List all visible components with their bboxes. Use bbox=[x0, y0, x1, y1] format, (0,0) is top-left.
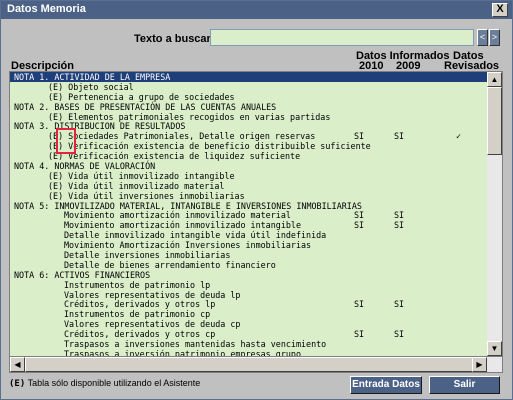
list-item[interactable]: NOTA 5: INMOVILIZADO MATERIAL, INTANGIBL… bbox=[10, 201, 488, 211]
list-item-text: Instrumentos de patrimonio lp bbox=[64, 279, 211, 290]
list-item[interactable]: (E) Sociedades Patrimoniales, Detalle or… bbox=[10, 131, 488, 141]
window-title: Datos Memoria bbox=[7, 3, 86, 15]
datos-informados-value: SI bbox=[394, 329, 405, 340]
list-item[interactable]: (E) Verificación existencia de liquidez … bbox=[10, 151, 488, 161]
list-item-text: Créditos, derivados y otros lp bbox=[64, 299, 216, 310]
list-item[interactable]: Valores representativos de deuda cp bbox=[10, 319, 488, 329]
salir-button[interactable]: Salir bbox=[429, 376, 500, 394]
list-item[interactable]: Detalle inversiones inmobiliarias bbox=[10, 250, 488, 260]
list-item[interactable]: (E) Elementos patrimoniales recogidos en… bbox=[10, 112, 488, 122]
list-item-text: NOTA 5: INMOVILIZADO MATERIAL, INTANGIBL… bbox=[14, 200, 362, 211]
list-item[interactable]: Detalle de bienes arrendamiento financie… bbox=[10, 260, 488, 270]
list-item[interactable]: Movimiento amortización inmovilizado mat… bbox=[10, 210, 488, 220]
datos-informados-value: SI bbox=[394, 210, 405, 221]
list-item-text: (E) Vida útil inmovilizado material bbox=[48, 180, 225, 191]
datos-informados-value: SI bbox=[394, 299, 405, 310]
list-item-text: (E) Verificación existencia de beneficio… bbox=[48, 141, 371, 152]
list-item[interactable]: Traspasos a inversión patrimonio empresa… bbox=[10, 348, 488, 357]
dialog-body: Texto a buscar < > Descripción Datos Inf… bbox=[1, 19, 512, 399]
list-item-text: Movimiento Amortización Inversiones inmo… bbox=[64, 240, 312, 251]
close-button[interactable]: X bbox=[492, 3, 508, 17]
list-item-text: Traspasos a inversión patrimonio empresa… bbox=[64, 348, 301, 357]
list-item[interactable]: Movimiento amortización inmovilizado int… bbox=[10, 220, 488, 230]
scroll-up-button[interactable]: ▲ bbox=[487, 72, 502, 87]
notes-list[interactable]: NOTA 1. ACTIVIDAD DE LA EMPRESA (E) Objet… bbox=[9, 71, 503, 357]
list-item-text: (E) Objeto social bbox=[48, 81, 134, 92]
list-item[interactable]: Créditos, derivados y otros lp SI SI bbox=[10, 299, 488, 309]
datos-informados-value: SI bbox=[394, 220, 405, 231]
list-item[interactable]: Valores representativos de deuda lp bbox=[10, 290, 488, 300]
list-item[interactable]: (E) Vida útil inmovilizado material bbox=[10, 181, 488, 191]
revisado-check: ✓ bbox=[456, 131, 462, 142]
datos-memoria-window: Datos Memoria X Texto a buscar < > Descr… bbox=[0, 0, 513, 400]
footnote: (E) Tabla sólo disponible utilizando el … bbox=[9, 378, 200, 389]
datos-informados-value: SI bbox=[394, 131, 405, 142]
list-item[interactable]: NOTA 3. DISTRIBUCION DE RESULTADOS bbox=[10, 121, 488, 131]
list-item-text: NOTA 1. ACTIVIDAD DE LA EMPRESA bbox=[14, 72, 171, 82]
list-item-text: (E) Pertenencia a grupo de sociedades bbox=[48, 91, 235, 102]
footnote-marker: (E) bbox=[9, 379, 26, 389]
footnote-text: Tabla sólo disponible utilizando el Asis… bbox=[27, 378, 201, 388]
list-item[interactable]: (E) Pertenencia a grupo de sociedades bbox=[10, 92, 488, 102]
list-item-text: Traspasos a inversiones mantenidas hasta… bbox=[64, 339, 327, 350]
list-item-text: Créditos, derivados y otros cp bbox=[64, 329, 216, 340]
list-item-text: Valores representativos de deuda cp bbox=[64, 319, 241, 330]
datos-informados-value: SI bbox=[354, 131, 365, 142]
list-item[interactable]: Detalle inmovilizado intangible vida úti… bbox=[10, 230, 488, 240]
list-item-text: NOTA 4. NORMAS DE VALORACIÓN bbox=[14, 161, 156, 172]
title-bar: Datos Memoria X bbox=[1, 1, 512, 19]
list-item[interactable]: (E) Objeto social bbox=[10, 82, 488, 92]
scroll-right-button[interactable]: ▶ bbox=[472, 357, 487, 372]
list-item-text: Detalle de bienes arrendamiento financie… bbox=[64, 259, 276, 270]
datos-informados-value: SI bbox=[354, 210, 365, 221]
list-item-text: (E) Vida útil inmovilizado intangible bbox=[48, 170, 235, 181]
datos-informados-value: SI bbox=[354, 299, 365, 310]
entrada-datos-button[interactable]: Entrada Datos bbox=[350, 376, 422, 394]
list-item-text: Detalle inmovilizado intangible vida úti… bbox=[64, 230, 327, 241]
vertical-scrollbar[interactable]: ▲ ▼ bbox=[487, 72, 502, 356]
scroll-down-button[interactable]: ▼ bbox=[487, 341, 502, 356]
list-item[interactable]: Instrumentos de patrimonio lp bbox=[10, 280, 488, 290]
datos-informados-value: SI bbox=[354, 220, 365, 231]
list-item[interactable]: (E) Vida útil inversiones inmobiliarias bbox=[10, 191, 488, 201]
horizontal-scrollbar[interactable]: ◀ ▶ bbox=[9, 357, 503, 373]
datos-informados-value: SI bbox=[354, 329, 365, 340]
list-item[interactable]: (E) Verificación existencia de beneficio… bbox=[10, 141, 488, 151]
list-item[interactable]: NOTA 6: ACTIVOS FINANCIEROS bbox=[10, 270, 488, 280]
list-item-text: Valores representativos de deuda lp bbox=[64, 289, 241, 300]
list-item[interactable]: NOTA 2. BASES DE PRESENTACIÓN DE LAS CUE… bbox=[10, 102, 488, 112]
list-item-text: Movimiento amortización inmovilizado mat… bbox=[64, 210, 291, 221]
search-next-button[interactable]: > bbox=[489, 29, 500, 46]
list-item[interactable]: Traspasos a inversiones mantenidas hasta… bbox=[10, 339, 488, 349]
list-item-text: (E) Verificación existencia de liquidez … bbox=[48, 151, 301, 162]
vertical-scroll-thumb[interactable] bbox=[487, 87, 502, 155]
list-item-text: NOTA 3. DISTRIBUCION DE RESULTADOS bbox=[14, 121, 186, 132]
list-item[interactable]: (E) Vida útil inmovilizado intangible bbox=[10, 171, 488, 181]
scroll-left-button[interactable]: ◀ bbox=[10, 357, 25, 372]
list-item[interactable]: Créditos, derivados y otros cp SI SI bbox=[10, 329, 488, 339]
list-item[interactable]: NOTA 4. NORMAS DE VALORACIÓN bbox=[10, 161, 488, 171]
highlight-box bbox=[56, 128, 76, 154]
list-item-text: (E) Vida útil inversiones inmobiliarias bbox=[48, 190, 245, 201]
list-item-text: Instrumentos de patrimonio cp bbox=[64, 309, 211, 320]
search-label: Texto a buscar bbox=[134, 33, 211, 45]
list-item-text: Movimiento amortización inmovilizado int… bbox=[64, 220, 301, 231]
list-item-text: (E) Sociedades Patrimoniales, Detalle or… bbox=[48, 131, 316, 142]
list-item[interactable]: NOTA 1. ACTIVIDAD DE LA EMPRESA bbox=[10, 72, 488, 82]
list-item-text: NOTA 6: ACTIVOS FINANCIEROS bbox=[14, 269, 151, 280]
list-item[interactable]: Movimiento Amortización Inversiones inmo… bbox=[10, 240, 488, 250]
horizontal-scroll-thumb[interactable] bbox=[25, 357, 474, 372]
list-item-text: NOTA 2. BASES DE PRESENTACIÓN DE LAS CUE… bbox=[14, 101, 277, 112]
list-item-text: (E) Elementos patrimoniales recogidos en… bbox=[48, 111, 331, 122]
list-item[interactable]: Instrumentos de patrimonio cp bbox=[10, 309, 488, 319]
search-input[interactable] bbox=[210, 29, 474, 46]
notes-rows: NOTA 1. ACTIVIDAD DE LA EMPRESA (E) Objet… bbox=[10, 72, 488, 357]
list-item-text: Detalle inversiones inmobiliarias bbox=[64, 250, 231, 261]
search-prev-button[interactable]: < bbox=[477, 29, 488, 46]
